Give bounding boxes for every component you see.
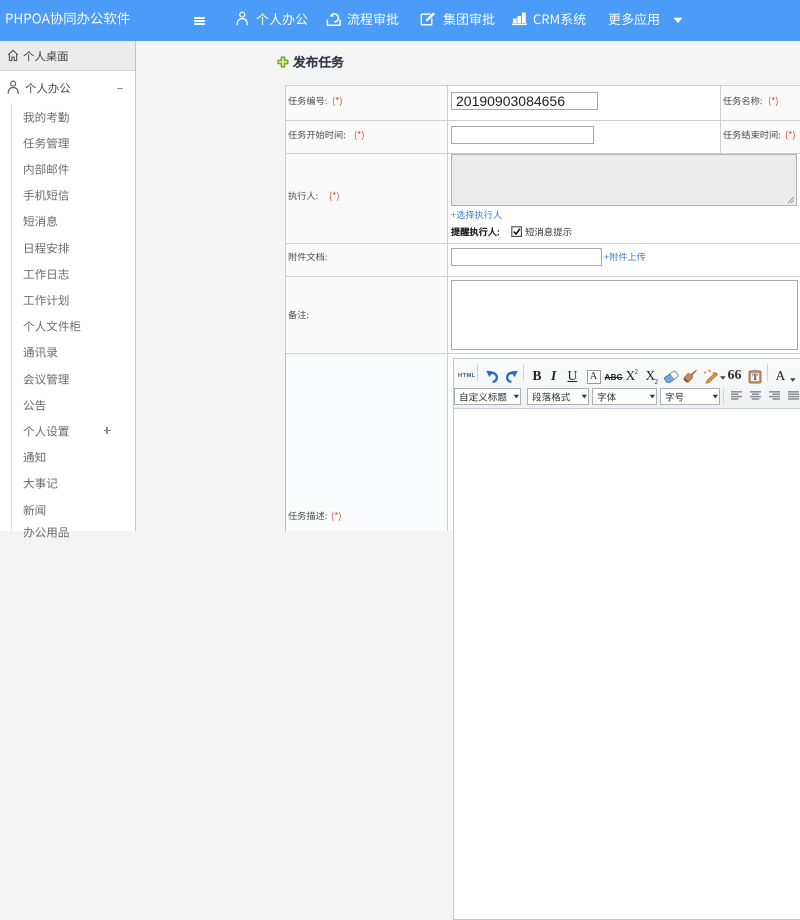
svg-text:T: T [752,373,758,382]
